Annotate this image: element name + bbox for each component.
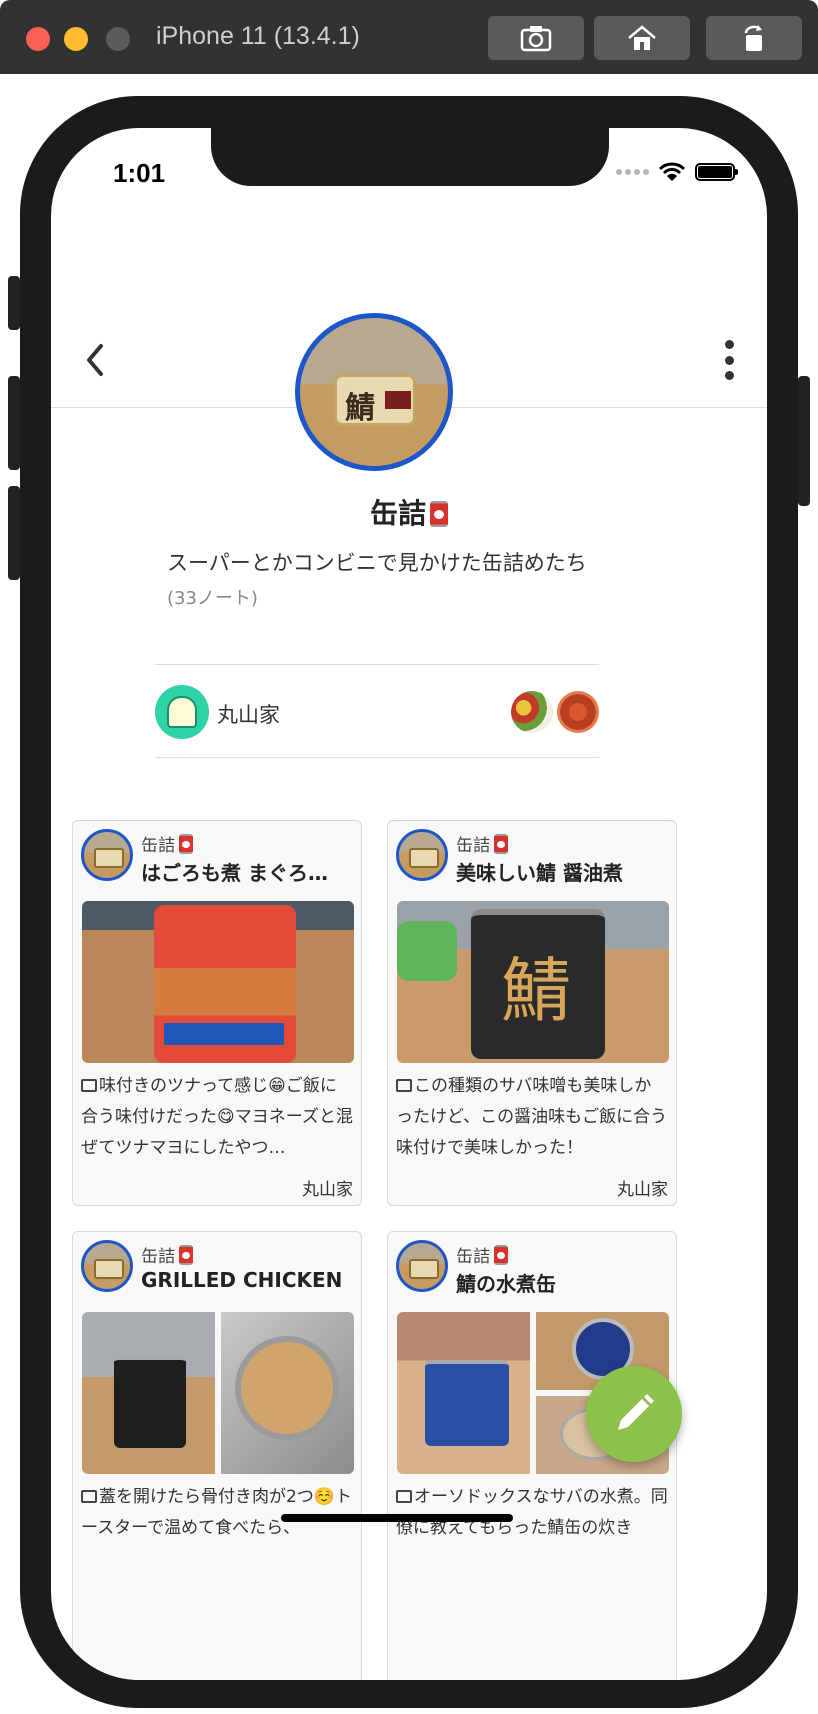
mute-switch (8, 276, 20, 330)
card-board-name: 缶詰 (456, 1242, 508, 1267)
simulator-title-bar: iPhone 11 (13.4.1) (0, 0, 818, 74)
minimize-window-button[interactable] (64, 27, 88, 51)
can-icon (494, 834, 508, 854)
zoom-window-button[interactable] (106, 27, 130, 51)
board-avatar-image: 鯖 (334, 374, 416, 426)
rotate-icon (744, 25, 762, 51)
pencil-icon (618, 1394, 654, 1430)
owner-name[interactable]: 丸山家 (217, 699, 280, 729)
battery-icon (695, 163, 738, 181)
follower-avatar[interactable] (511, 691, 553, 733)
board-avatar: 鯖 (295, 313, 453, 471)
camera-icon (520, 26, 552, 52)
card-comment: 蓋を開けたら骨付き肉が2つ☺️トースターで温めて食べたら、 (81, 1487, 352, 1538)
card-board-avatar (396, 829, 448, 881)
status-time: 1:01 (113, 158, 166, 188)
status-icons (616, 162, 738, 182)
comment-icon (396, 1490, 412, 1503)
comment-icon (396, 1079, 412, 1092)
note-card[interactable]: 缶詰 はごろも煮 まぐろ… 味付きのツナって感じ😁ご飯に合う味付けだった😋マヨネ… (72, 820, 362, 1206)
card-board-avatar (81, 829, 133, 881)
follower-avatar[interactable] (557, 691, 599, 733)
card-title: 美味しい鯖 醤油煮 (456, 861, 623, 885)
close-window-button[interactable] (26, 27, 50, 51)
board-title: 缶詰 (51, 492, 767, 532)
phone-screen: 1:01 缶詰 鯖 缶詰 スーパーとかコンビニで見かけた缶詰めたち (33ノート… (51, 128, 767, 1680)
card-photo[interactable] (397, 901, 669, 1063)
comment-icon (81, 1079, 97, 1092)
card-photo[interactable] (82, 901, 354, 1063)
volume-down-button (8, 486, 20, 580)
home-button[interactable] (594, 16, 690, 60)
card-title: 鯖の水煮缶 (456, 1272, 556, 1296)
note-card[interactable]: 缶詰 GRILLED CHICKEN 蓋を開けたら骨付き肉が2つ☺️トースターで… (72, 1231, 362, 1680)
card-board-name: 缶詰 (141, 1242, 193, 1267)
comment-icon (81, 1490, 97, 1503)
board-description: スーパーとかコンビニで見かけた缶詰めたち (33ノート) (167, 546, 605, 616)
card-board-name: 缶詰 (456, 831, 508, 856)
can-icon (179, 1245, 193, 1265)
card-board-avatar (81, 1240, 133, 1292)
card-board-avatar (396, 1240, 448, 1292)
card-board-name: 缶詰 (141, 831, 193, 856)
wifi-icon (659, 162, 685, 181)
rotate-button[interactable] (706, 16, 802, 60)
owner-row[interactable]: 丸山家 (155, 664, 599, 758)
power-button (798, 376, 810, 506)
card-author: 丸山家 (302, 1180, 353, 1200)
can-icon (494, 1245, 508, 1265)
card-comment: この種類のサバ味噌も美味しかったけど、この醤油味もご飯に合う味付けで美味しかった… (396, 1076, 668, 1158)
compose-note-button[interactable] (586, 1366, 682, 1462)
note-card[interactable]: 缶詰 美味しい鯖 醤油煮 この種類のサバ味噌も美味しかったけど、この醤油味もご飯… (387, 820, 677, 1206)
can-icon (430, 501, 448, 527)
home-icon (628, 25, 656, 50)
home-indicator (281, 1514, 513, 1522)
more-icon[interactable] (721, 340, 737, 380)
board-description-text: スーパーとかコンビニで見かけた缶詰めたち (167, 551, 587, 575)
notch (211, 128, 609, 186)
screenshot-button[interactable] (488, 16, 584, 60)
volume-up-button (8, 376, 20, 470)
simulator-title: iPhone 11 (13.4.1) (156, 22, 360, 50)
owner-avatar[interactable] (155, 685, 209, 739)
card-comment: 味付きのツナって感じ😁ご飯に合う味付けだった😋マヨネーズと混ぜてツナマヨにしたや… (81, 1076, 353, 1158)
signal-icon (616, 169, 649, 175)
card-author: 丸山家 (617, 1180, 668, 1200)
board-title-text: 缶詰 (369, 497, 426, 530)
note-count: (33ノート) (167, 588, 258, 609)
can-icon (179, 834, 193, 854)
card-title: GRILLED CHICKEN (141, 1268, 343, 1292)
card-photo[interactable] (82, 1312, 354, 1474)
card-comment: オーソドックスなサバの水煮。同僚に教えてもらった鯖缶の炊き (396, 1487, 668, 1538)
card-title: はごろも煮 まぐろ… (141, 861, 328, 885)
